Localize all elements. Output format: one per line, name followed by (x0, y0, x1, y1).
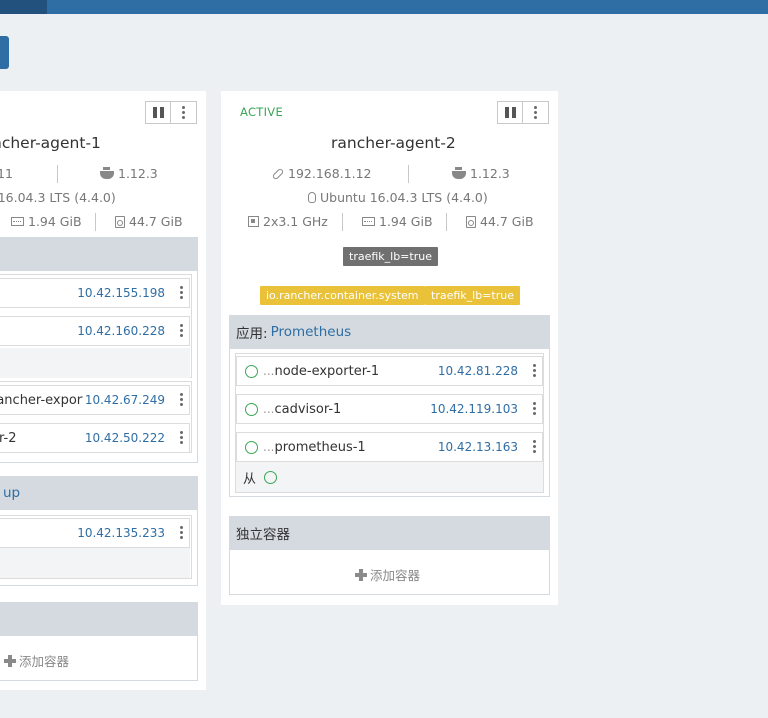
host-ram: 1.94 GiB (362, 214, 433, 229)
disk-icon (466, 215, 476, 228)
host-state: ACTIVE (240, 105, 284, 119)
container-row[interactable]: 10.42.160.228 (0, 316, 190, 346)
system-label-chip: traefik_lb=true (425, 286, 520, 305)
host-menu-button[interactable] (171, 101, 197, 124)
stack-link[interactable]: Prometheus (271, 324, 352, 340)
plus-icon (4, 654, 16, 667)
docker-icon (452, 167, 466, 179)
sidekick-row (0, 348, 190, 378)
pause-button[interactable] (145, 101, 171, 124)
stack-header[interactable] (0, 237, 198, 271)
container-row[interactable]: 10.42.135.233 (0, 518, 190, 548)
system-label-chip: io.rancher.container.system (260, 286, 425, 305)
container-menu-icon[interactable] (533, 402, 536, 415)
standalone-header: 独立容器 (229, 516, 550, 550)
host-name[interactable]: rancher-agent-2 (331, 134, 456, 152)
disk-icon (115, 215, 125, 228)
host-os: Ubuntu 16.04.3 LTS (4.4.0) (0, 190, 116, 205)
host-name-visible[interactable]: ncher-agent-1 (0, 134, 101, 152)
pause-icon (504, 107, 509, 118)
add-container-button[interactable]: 添加容器 (4, 651, 69, 670)
container-menu-icon[interactable] (180, 393, 183, 406)
container-row[interactable]: rancher-exporter-1 10.42.67.249 (0, 385, 190, 415)
docker-version: 1.12.3 (452, 166, 510, 181)
container-menu-icon[interactable] (180, 526, 183, 539)
running-state-icon (245, 440, 258, 454)
host-label-chip: traefik_lb=true (343, 247, 438, 266)
container-menu-icon[interactable] (180, 286, 183, 299)
container-row[interactable]: er-2 10.42.50.222 (0, 423, 190, 453)
host-os: Ubuntu 16.04.3 LTS (4.4.0) (308, 190, 488, 205)
stack-header: 应用: Prometheus (229, 315, 550, 349)
host-actions (145, 101, 197, 124)
ram-icon (362, 217, 375, 226)
sidekick-row: 从 (236, 462, 543, 492)
add-host-button[interactable] (0, 36, 9, 69)
host-disk: 44.7 GiB (466, 214, 534, 229)
sidekick-running-icon[interactable] (264, 470, 278, 484)
container-row[interactable]: ... cadvisor-1 10.42.119.103 (236, 394, 543, 424)
container-menu-icon[interactable] (180, 324, 183, 337)
stack-header[interactable]: up (0, 476, 198, 510)
docker-icon (100, 167, 114, 179)
host-ram: 1.94 GiB (11, 214, 82, 229)
pause-button[interactable] (497, 101, 523, 124)
running-state-icon (245, 402, 258, 416)
stack-link[interactable]: up (3, 485, 20, 501)
add-container-button[interactable]: 添加容器 (355, 565, 420, 584)
container-row[interactable]: 10.42.155.198 (0, 278, 190, 308)
container-menu-icon[interactable] (180, 431, 183, 444)
host-card-rancher-agent-2: ACTIVE rancher-agent-2 192.168.1.12 1.12… (221, 91, 558, 605)
standalone-header (0, 602, 198, 636)
linux-icon (308, 192, 316, 203)
host-menu-button[interactable] (523, 101, 549, 124)
top-navigation-bar (0, 0, 768, 14)
pause-icon (152, 107, 157, 118)
cpu-icon (248, 216, 259, 227)
container-menu-icon[interactable] (533, 440, 536, 453)
running-state-icon (245, 364, 258, 378)
host-ip: 192.168.1.12 (271, 166, 372, 181)
host-card-rancher-agent-1: rarancher-agent-1 ncher-agent-1 11 1.12.… (0, 91, 206, 690)
sidekick-row (0, 548, 190, 578)
host-ip: 11 (0, 166, 13, 181)
host-cpu: 2x3.1 GHz (248, 214, 328, 229)
host-actions (497, 101, 549, 124)
host-disk: 44.7 GiB (115, 214, 183, 229)
top-nav-active-item[interactable] (0, 0, 47, 14)
docker-version: 1.12.3 (100, 166, 158, 181)
link-icon (271, 167, 285, 180)
container-row[interactable]: ... prometheus-1 10.42.13.163 (236, 432, 543, 462)
container-menu-icon[interactable] (533, 364, 536, 377)
plus-icon (355, 568, 367, 581)
ram-icon (11, 217, 24, 226)
container-row[interactable]: ... node-exporter-1 10.42.81.228 (236, 356, 543, 386)
